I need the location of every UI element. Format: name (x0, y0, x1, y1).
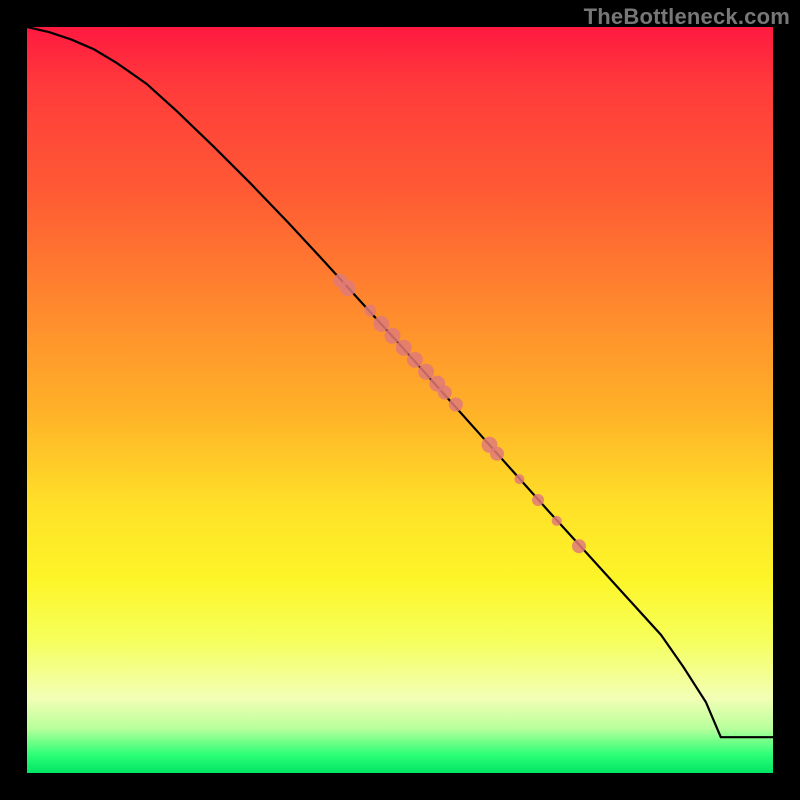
scatter-dot (418, 364, 434, 380)
scatter-dot (340, 280, 356, 296)
scatter-dot (532, 494, 544, 506)
scatter-dot (407, 352, 423, 368)
chart-stage: TheBottleneck.com (0, 0, 800, 800)
scatter-dot (449, 398, 463, 412)
scatter-dot (364, 305, 376, 317)
plot-area (27, 27, 773, 773)
scatter-dot (514, 474, 524, 484)
curve-path (27, 27, 773, 737)
scatter-dot (490, 447, 504, 461)
scatter-dot (429, 376, 445, 392)
scatter-dot (373, 316, 389, 332)
scatter-dot (438, 386, 452, 400)
chart-svg (27, 27, 773, 773)
scatter-dot (385, 328, 401, 344)
scatter-dot (333, 274, 347, 288)
scatter-dot (396, 340, 412, 356)
scatter-dots (333, 274, 586, 554)
scatter-dot (552, 516, 562, 526)
scatter-dot (482, 437, 498, 453)
scatter-dot (572, 539, 586, 553)
watermark-text: TheBottleneck.com (584, 4, 790, 30)
